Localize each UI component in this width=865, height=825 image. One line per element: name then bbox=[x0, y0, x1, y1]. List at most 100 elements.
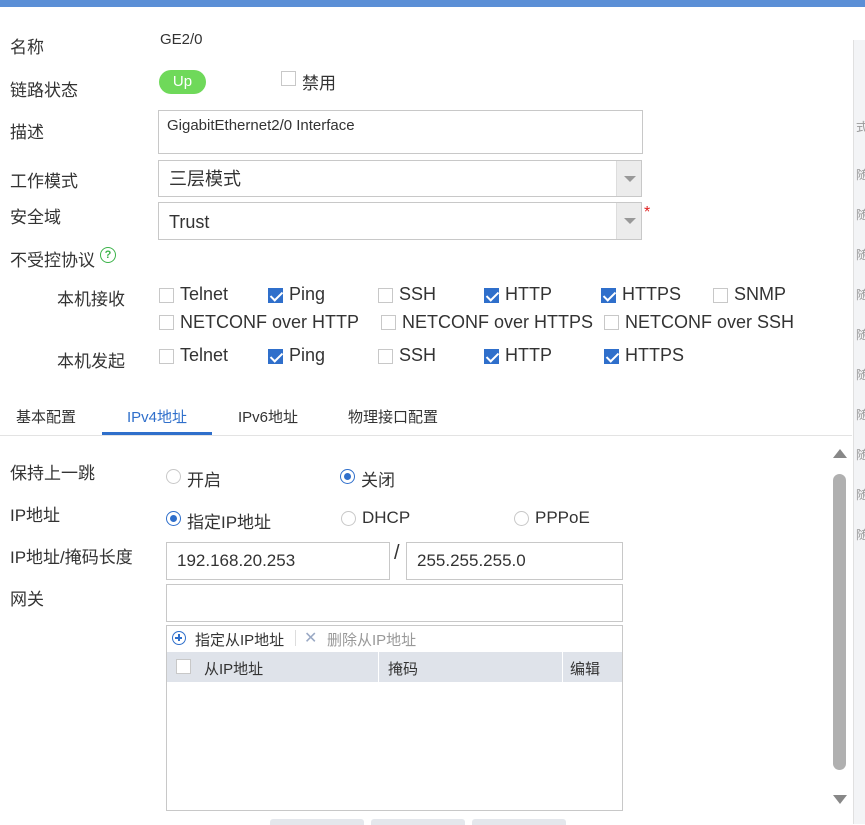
initiate-ping-label: Ping bbox=[289, 345, 326, 365]
chevron-down-icon[interactable] bbox=[616, 161, 641, 196]
work-mode-value: 三层模式 bbox=[169, 169, 241, 189]
description-field[interactable]: GigabitEthernet2/0 Interface bbox=[158, 110, 643, 154]
receive-netconf-ssh-checkbox[interactable] bbox=[604, 315, 619, 330]
gateway-input[interactable] bbox=[166, 584, 623, 622]
tab-physical-interface[interactable]: 物理接口配置 bbox=[348, 406, 438, 427]
tab-ipv4[interactable]: IPv4地址 bbox=[127, 406, 187, 427]
tabs-divider bbox=[0, 435, 852, 436]
security-zone-select[interactable]: Trust bbox=[158, 202, 642, 240]
initiate-label: 本机发起 bbox=[57, 352, 125, 371]
disable-checkbox[interactable] bbox=[281, 71, 296, 86]
ip-dhcp-label: DHCP bbox=[362, 508, 411, 527]
edge-glyph: 式 bbox=[856, 120, 865, 134]
keep-hop-on-label: 开启 bbox=[187, 471, 221, 490]
receive-https-label: HTTPS bbox=[622, 284, 682, 304]
toolbar-divider bbox=[295, 630, 296, 646]
ip-address-input[interactable]: 192.168.20.253 bbox=[166, 542, 390, 580]
initiate-https-label: HTTPS bbox=[625, 345, 685, 365]
add-icon[interactable] bbox=[172, 631, 186, 645]
edge-glyph: 随 bbox=[856, 408, 865, 422]
footer-button[interactable] bbox=[472, 819, 566, 825]
receive-ping-checkbox[interactable] bbox=[268, 288, 283, 303]
edge-glyph: 随 bbox=[856, 368, 865, 382]
delete-sub-ip-button[interactable]: 删除从IP地址 bbox=[327, 629, 416, 650]
ip-dhcp-radio[interactable] bbox=[341, 511, 356, 526]
initiate-telnet-checkbox[interactable] bbox=[159, 349, 174, 364]
work-mode-label: 工作模式 bbox=[10, 172, 78, 191]
ip-static-radio[interactable] bbox=[166, 511, 181, 526]
name-label: 名称 bbox=[10, 38, 44, 57]
scroll-up-icon[interactable] bbox=[833, 449, 847, 458]
receive-netconf-https-label: NETCONF over HTTPS bbox=[402, 312, 594, 332]
edge-glyph: 随 bbox=[856, 528, 865, 542]
edge-glyph: 随 bbox=[856, 288, 865, 302]
mask-input[interactable]: 255.255.255.0 bbox=[406, 542, 623, 580]
tab-basic-config[interactable]: 基本配置 bbox=[16, 406, 76, 427]
receive-netconf-https-checkbox[interactable] bbox=[381, 315, 396, 330]
initiate-https-checkbox[interactable] bbox=[604, 349, 619, 364]
tab-ipv6[interactable]: IPv6地址 bbox=[238, 406, 298, 427]
receive-netconf-http-checkbox[interactable] bbox=[159, 315, 174, 330]
gateway-label: 网关 bbox=[10, 590, 44, 609]
receive-ssh-checkbox[interactable] bbox=[378, 288, 393, 303]
initiate-ssh-label: SSH bbox=[399, 345, 437, 365]
col-sub-ip: 从IP地址 bbox=[204, 661, 264, 678]
receive-telnet-label: Telnet bbox=[180, 284, 229, 304]
ip-mask-label: IP地址/掩码长度 bbox=[10, 548, 133, 567]
receive-http-label: HTTP bbox=[505, 284, 552, 304]
ip-static-label: 指定IP地址 bbox=[187, 513, 272, 532]
ip-pppoe-radio[interactable] bbox=[514, 511, 529, 526]
footer-button[interactable] bbox=[371, 819, 465, 825]
initiate-http-checkbox[interactable] bbox=[484, 349, 499, 364]
receive-http-checkbox[interactable] bbox=[484, 288, 499, 303]
window-top-bar bbox=[0, 0, 865, 7]
keep-hop-off-radio[interactable] bbox=[340, 469, 355, 484]
edge-glyph: 随 bbox=[856, 248, 865, 262]
initiate-ssh-checkbox[interactable] bbox=[378, 349, 393, 364]
receive-ssh-label: SSH bbox=[399, 284, 437, 304]
help-icon[interactable]: ? bbox=[100, 247, 116, 263]
ip-pppoe-label: PPPoE bbox=[535, 508, 590, 527]
link-status-label: 链路状态 bbox=[10, 81, 78, 100]
scroll-down-icon[interactable] bbox=[833, 795, 847, 804]
receive-ping-label: Ping bbox=[289, 284, 326, 304]
receive-https-checkbox[interactable] bbox=[601, 288, 616, 303]
col-divider bbox=[562, 652, 563, 682]
keep-hop-label: 保持上一跳 bbox=[10, 464, 95, 483]
uncontrolled-protocols-label: 不受控协议 bbox=[10, 251, 95, 270]
background-panel-edge: 式 随 随 随 随 随 随 随 随 随 随 bbox=[853, 40, 865, 824]
keep-hop-on-radio[interactable] bbox=[166, 469, 181, 484]
edge-glyph: 随 bbox=[856, 328, 865, 342]
required-mark: * bbox=[644, 204, 651, 221]
edge-glyph: 随 bbox=[856, 448, 865, 462]
footer-button[interactable] bbox=[270, 819, 364, 825]
col-edit: 编辑 bbox=[570, 661, 601, 678]
initiate-ping-checkbox[interactable] bbox=[268, 349, 283, 364]
col-divider bbox=[378, 652, 379, 682]
select-all-checkbox[interactable] bbox=[176, 659, 191, 674]
receive-snmp-label: SNMP bbox=[734, 284, 787, 304]
keep-hop-off-label: 关闭 bbox=[361, 471, 395, 490]
edge-glyph: 随 bbox=[856, 208, 865, 222]
receive-netconf-http-label: NETCONF over HTTP bbox=[180, 312, 360, 332]
add-sub-ip-button[interactable]: 指定从IP地址 bbox=[195, 629, 284, 650]
receive-snmp-checkbox[interactable] bbox=[713, 288, 728, 303]
receive-telnet-checkbox[interactable] bbox=[159, 288, 174, 303]
description-label: 描述 bbox=[10, 123, 44, 142]
work-mode-select[interactable]: 三层模式 bbox=[158, 160, 642, 197]
delete-icon: ✕ bbox=[304, 630, 318, 647]
ip-mask-separator: / bbox=[394, 542, 400, 564]
col-mask: 掩码 bbox=[388, 661, 419, 678]
receive-netconf-ssh-label: NETCONF over SSH bbox=[625, 312, 795, 332]
disable-label: 禁用 bbox=[302, 74, 336, 93]
security-zone-value: Trust bbox=[169, 212, 210, 232]
name-value: GE2/0 bbox=[160, 31, 203, 48]
initiate-telnet-label: Telnet bbox=[180, 345, 229, 365]
active-tab-indicator bbox=[102, 432, 212, 435]
security-zone-label: 安全域 bbox=[10, 208, 61, 227]
edge-glyph: 随 bbox=[856, 488, 865, 502]
receive-label: 本机接收 bbox=[57, 290, 125, 309]
chevron-down-icon[interactable] bbox=[616, 203, 641, 239]
scrollbar-thumb[interactable] bbox=[833, 474, 846, 770]
initiate-http-label: HTTP bbox=[505, 345, 552, 365]
